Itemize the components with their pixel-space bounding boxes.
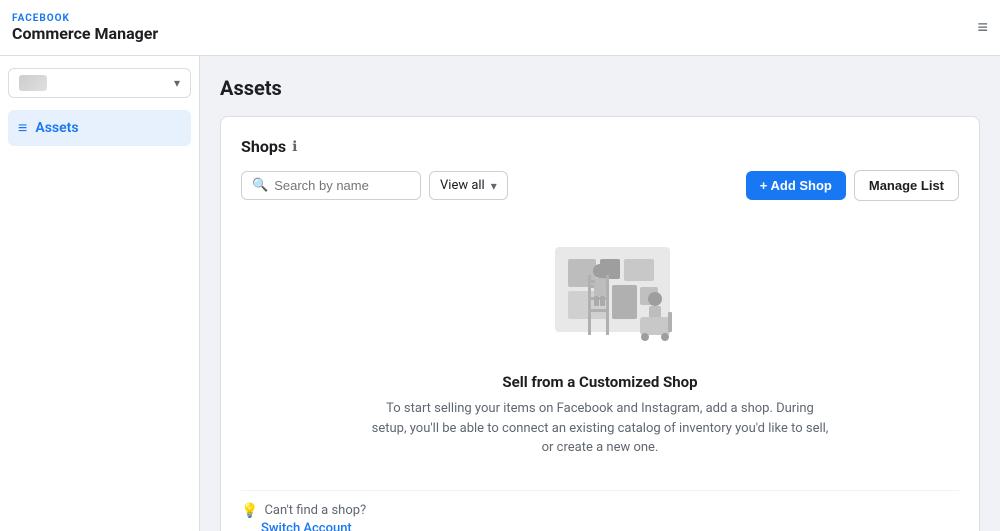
account-avatar <box>19 75 47 91</box>
shops-illustration-image <box>500 227 700 357</box>
top-bar: FACEBOOK Commerce Manager ≡ <box>0 0 1000 56</box>
lightbulb-icon: 💡 <box>241 503 258 519</box>
shops-cant-find: 💡 Can't find a shop? Switch Account <box>241 490 959 531</box>
shops-info-icon[interactable]: ℹ <box>292 139 297 155</box>
shops-cant-find-label: Can't find a shop? <box>264 503 366 518</box>
sidebar-item-assets[interactable]: ≡ Assets <box>8 110 191 146</box>
manage-list-button[interactable]: Manage List <box>854 170 959 201</box>
illustration-title: Sell from a Customized Shop <box>502 373 697 391</box>
account-selector[interactable]: ▾ <box>8 68 191 98</box>
shops-filter-select[interactable]: View all ▾ <box>429 171 508 200</box>
search-icon: 🔍 <box>252 178 268 193</box>
content-area: Assets Shops ℹ 🔍 View all ▾ + Add Shop <box>200 56 1000 531</box>
shops-cant-find-row: 💡 Can't find a shop? <box>241 503 959 519</box>
shops-search-row: 🔍 View all ▾ + Add Shop Manage List <box>241 170 959 201</box>
shops-switch-account-link[interactable]: Switch Account <box>261 521 959 531</box>
page-title: Assets <box>220 76 980 100</box>
shops-search-input[interactable] <box>274 178 404 193</box>
main-layout: ▾ ≡ Assets Assets Shops ℹ 🔍 View all ▾ <box>0 56 1000 531</box>
shops-card: Shops ℹ 🔍 View all ▾ + Add Shop Manage L… <box>220 116 980 531</box>
illustration-desc: To start selling your items on Facebook … <box>370 399 830 458</box>
filter-label: View all <box>440 178 485 193</box>
app-title: Commerce Manager <box>12 24 158 43</box>
facebook-label: FACEBOOK <box>12 13 158 24</box>
filter-chevron-icon: ▾ <box>491 179 497 193</box>
shops-header: Shops ℹ <box>241 137 959 156</box>
menu-icon[interactable]: ≡ <box>977 17 988 38</box>
sidebar: ▾ ≡ Assets <box>0 56 200 531</box>
shops-title: Shops <box>241 137 286 156</box>
assets-icon: ≡ <box>18 118 27 138</box>
sidebar-item-label: Assets <box>35 120 78 136</box>
shops-illustration: Sell from a Customized Shop To start sel… <box>241 217 959 478</box>
shops-search-box[interactable]: 🔍 <box>241 171 421 200</box>
branding: FACEBOOK Commerce Manager <box>12 13 158 43</box>
chevron-down-icon: ▾ <box>174 76 180 90</box>
add-shop-button[interactable]: + Add Shop <box>746 171 846 200</box>
